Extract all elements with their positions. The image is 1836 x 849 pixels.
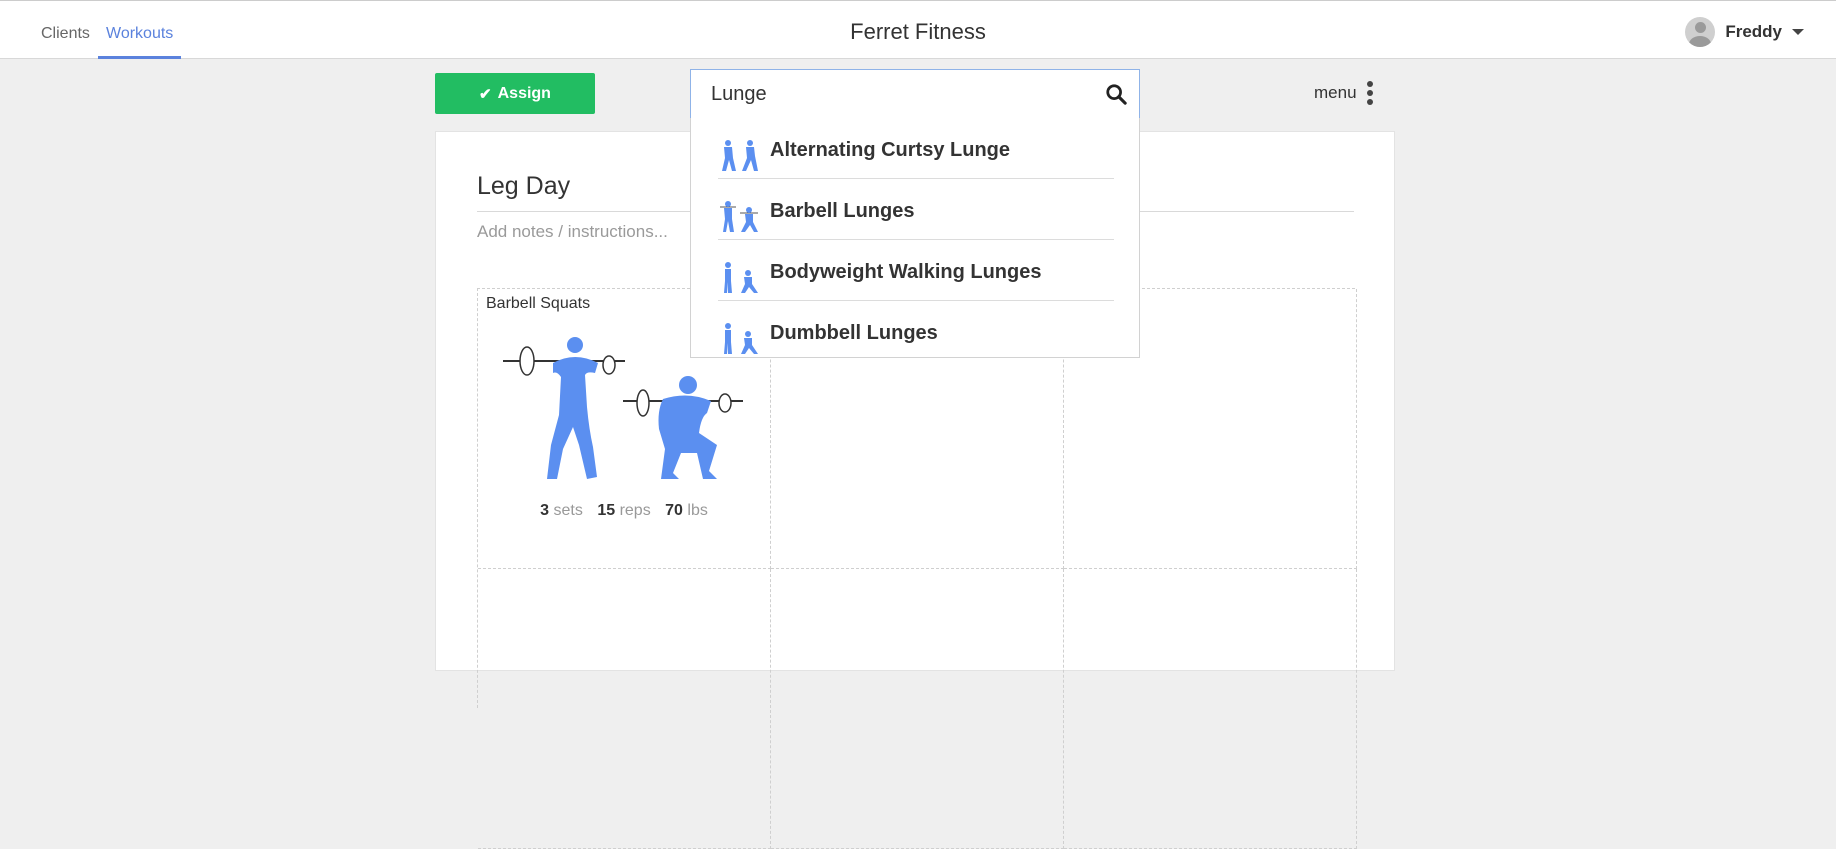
kebab-icon (1366, 81, 1373, 105)
top-nav: Clients Workouts Ferret Fitness Freddy (0, 0, 1836, 59)
search-result-item[interactable]: Dumbbell Lunges (718, 301, 1114, 357)
assign-button[interactable]: ✔ Assign (435, 73, 595, 114)
reps-value: 15 (597, 502, 616, 519)
lunge-thumbnail-icon (722, 140, 758, 171)
lunge-thumbnail-icon (720, 201, 758, 232)
assign-label: Assign (497, 84, 551, 102)
search-results-dropdown: Alternating Curtsy Lunge Barbell Lunges … (690, 118, 1140, 358)
user-name: Freddy (1725, 22, 1782, 41)
exercise-search (690, 69, 1140, 119)
exercise-stats: 3 sets 15 reps 70 lbs (478, 502, 770, 520)
tab-workouts[interactable]: Workouts (97, 1, 182, 59)
search-result-label: Alternating Curtsy Lunge (770, 139, 1011, 161)
search-result-label: Dumbbell Lunges (770, 322, 938, 344)
exercise-slot[interactable] (478, 569, 771, 849)
exercise-name: Barbell Squats (486, 295, 591, 312)
notes-input[interactable]: Add notes / instructions... (477, 222, 668, 242)
search-result-label: Barbell Lunges (770, 200, 915, 222)
search-result-label: Bodyweight Walking Lunges (770, 261, 1042, 283)
search-result-item[interactable]: Alternating Curtsy Lunge (718, 118, 1114, 179)
search-input[interactable] (691, 70, 1111, 118)
weight-value: 70 (665, 502, 683, 519)
barbell-squat-illustration (503, 337, 743, 479)
sets-unit: sets (553, 502, 583, 519)
menu-button[interactable]: menu (1314, 80, 1373, 106)
lunge-thumbnail-icon (724, 323, 758, 354)
check-icon: ✔ (479, 85, 492, 103)
caret-down-icon (1792, 29, 1804, 35)
avatar (1685, 17, 1716, 47)
tab-clients[interactable]: Clients (41, 1, 90, 59)
menu-label: menu (1314, 83, 1357, 102)
reps-unit: reps (619, 502, 651, 519)
weight-unit: lbs (687, 502, 708, 519)
lunge-thumbnail-icon (724, 262, 758, 293)
exercise-slot[interactable] (771, 569, 1064, 849)
sets-value: 3 (540, 502, 550, 519)
search-result-item[interactable]: Barbell Lunges (718, 179, 1114, 240)
workout-title[interactable]: Leg Day (477, 172, 570, 201)
exercise-slot[interactable] (1064, 569, 1357, 849)
user-menu[interactable]: Freddy (1685, 17, 1804, 47)
search-icon[interactable] (1105, 83, 1127, 105)
search-result-item[interactable]: Bodyweight Walking Lunges (718, 240, 1114, 301)
app-brand: Ferret Fitness (850, 19, 986, 44)
